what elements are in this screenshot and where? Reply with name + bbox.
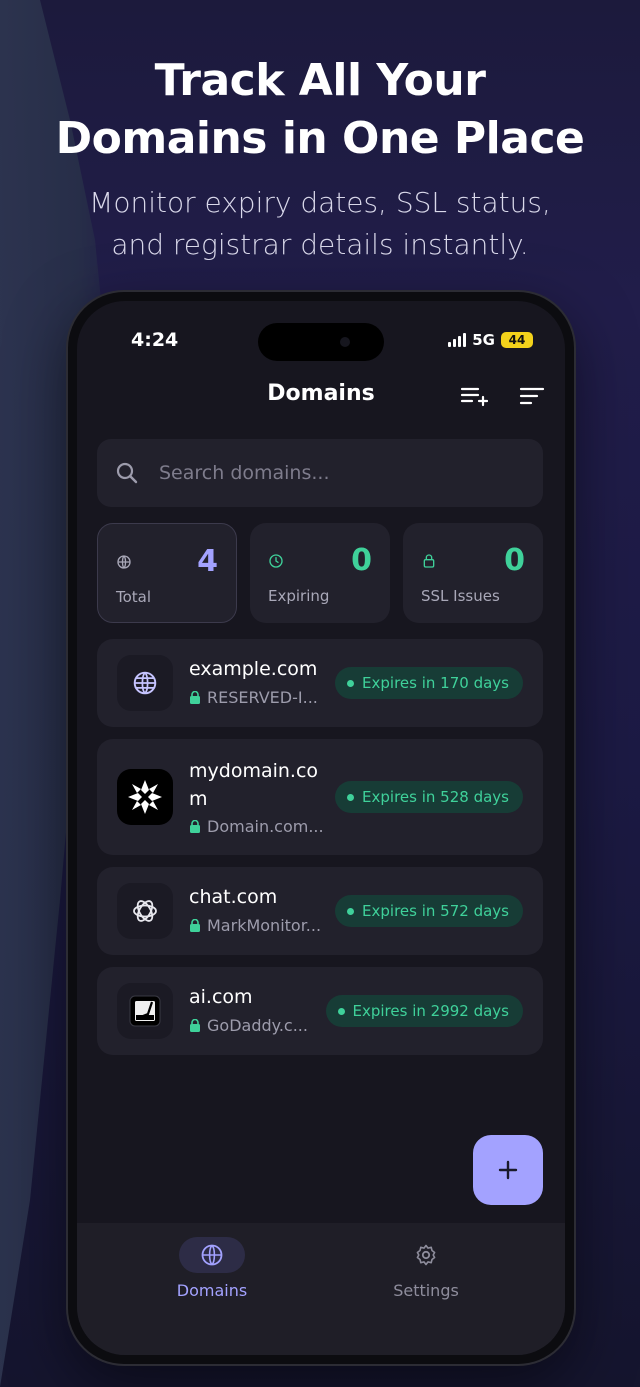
stat-label: Expiring (268, 587, 330, 605)
sort-icon (519, 387, 545, 405)
expiry-text: Expires in 170 days (362, 674, 509, 692)
network-label: 5G (472, 331, 495, 349)
lock-icon (190, 820, 200, 833)
clock-icon (269, 554, 283, 568)
domain-registrar: Domain.com... (189, 817, 324, 836)
domain-registrar: GoDaddy.c... (189, 1016, 308, 1035)
status-time: 4:24 (131, 329, 179, 351)
search-input[interactable]: Search domains... (97, 439, 543, 507)
tab-label: Domains (176, 1281, 248, 1300)
lock-icon (423, 554, 435, 568)
search-placeholder: Search domains... (159, 462, 330, 484)
domain-com-logo (124, 776, 166, 818)
add-list-button[interactable] (459, 381, 489, 411)
plus-icon (498, 1160, 518, 1180)
lock-icon (190, 691, 200, 704)
domain-name: chat.com (189, 886, 278, 908)
page-title: Domains (267, 381, 375, 406)
registrar-name: GoDaddy.c... (207, 1016, 308, 1035)
stat-card-expiring[interactable]: 0 Expiring (250, 523, 390, 623)
stat-value: 0 (351, 543, 372, 578)
tab-domains[interactable]: Domains (142, 1237, 282, 1300)
domain-logo (117, 983, 173, 1039)
expiry-badge: Expires in 528 days (335, 781, 523, 813)
tab-label: Settings (393, 1281, 459, 1300)
status-dot (347, 907, 355, 915)
registrar-name: Domain.com... (207, 817, 324, 836)
domain-logo (117, 655, 173, 711)
globe-icon (201, 1244, 223, 1266)
stat-label: SSL Issues (421, 587, 500, 605)
tab-settings[interactable]: Settings (356, 1237, 496, 1300)
stat-value: 0 (504, 543, 525, 578)
domain-card[interactable]: mydomain.co m Domain.com... Expires in 5… (97, 739, 543, 855)
gear-icon (416, 1244, 436, 1266)
status-dot (337, 1007, 345, 1015)
registrar-name: RESERVED-I... (207, 688, 318, 707)
expiry-badge: Expires in 2992 days (325, 995, 523, 1027)
expiry-badge: Expires in 572 days (335, 895, 523, 927)
camera-icon (340, 337, 350, 347)
hero-subtitle: Monitor expiry dates, SSL status, and re… (89, 186, 551, 261)
status-dot (347, 679, 355, 687)
domain-card[interactable]: chat.com MarkMonitor... Expires in 572 d… (97, 867, 543, 955)
lock-icon (190, 919, 200, 932)
registrar-name: MarkMonitor... (207, 916, 322, 935)
expiry-badge: Expires in 170 days (335, 667, 523, 699)
globe-icon (117, 555, 131, 569)
lock-icon (190, 1019, 200, 1032)
app-screen: 4:24 5G 44 Domains Search domains... 4 T… (77, 301, 565, 1355)
hero-title-line-2: Domains in One Place (55, 113, 585, 164)
domain-name: ai.com (189, 986, 253, 1008)
battery-icon: 44 (501, 332, 533, 348)
openai-logo (133, 900, 157, 922)
domain-name-line-1: mydomain.co (189, 760, 319, 782)
hero-title-line-1: Track All Your (154, 55, 486, 106)
search-icon (116, 462, 138, 484)
add-domain-button[interactable] (473, 1135, 543, 1205)
domain-registrar: RESERVED-I... (189, 688, 318, 707)
domain-registrar: MarkMonitor... (189, 916, 321, 935)
domain-logo (117, 769, 173, 825)
tab-indicator (393, 1237, 459, 1273)
expiry-text: Expires in 572 days (362, 902, 509, 920)
hero-title: Track All Your Domains in One Place (0, 52, 640, 168)
domain-name: mydomain.co m (189, 757, 318, 813)
stat-card-ssl-issues[interactable]: 0 SSL Issues (403, 523, 543, 623)
globe-icon (133, 671, 157, 695)
hero: Track All Your Domains in One Place Moni… (0, 52, 640, 266)
status-dot (347, 793, 355, 801)
domain-card[interactable]: ai.com GoDaddy.c... Expires in 2992 days (97, 967, 543, 1055)
stat-card-total[interactable]: 4 Total (97, 523, 237, 623)
playlist-add-icon (460, 387, 488, 407)
tab-bar: Domains Settings (77, 1223, 565, 1355)
tab-indicator (179, 1237, 245, 1273)
domain-logo (117, 883, 173, 939)
domain-name: example.com (189, 658, 318, 680)
stat-value: 4 (197, 544, 218, 579)
phone-frame: 4:24 5G 44 Domains Search domains... 4 T… (68, 292, 574, 1364)
sort-button[interactable] (517, 381, 547, 411)
status-indicators: 5G 44 (448, 331, 533, 349)
signal-icon (448, 333, 467, 347)
ai-com-logo (129, 995, 161, 1027)
stat-label: Total (116, 588, 152, 606)
expiry-text: Expires in 528 days (362, 788, 509, 806)
expiry-text: Expires in 2992 days (352, 1002, 509, 1020)
domain-card[interactable]: example.com RESERVED-I... Expires in 170… (97, 639, 543, 727)
domain-name-line-2: m (189, 788, 208, 810)
dynamic-island (258, 323, 384, 361)
